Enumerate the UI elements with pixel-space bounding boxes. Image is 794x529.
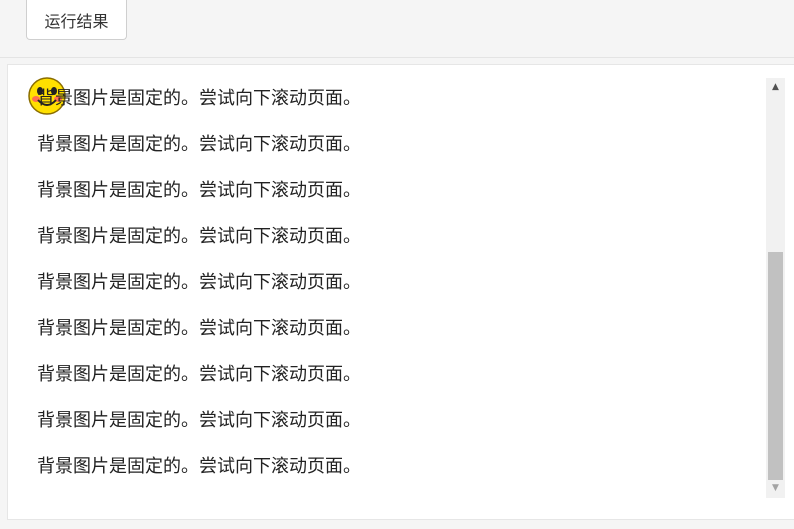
text-lines: 背景图片是固定的。尝试向下滚动页面。 背景图片是固定的。尝试向下滚动页面。 背景… (37, 87, 361, 501)
text-line: 背景图片是固定的。尝试向下滚动页面。 (37, 456, 361, 477)
toolbar: 运行结果 (0, 0, 794, 58)
run-button[interactable]: 运行结果 (26, 0, 127, 40)
result-frame: 背景图片是固定的。尝试向下滚动页面。 背景图片是固定的。尝试向下滚动页面。 背景… (7, 64, 794, 520)
scroll-down-arrow-icon[interactable]: ▼ (766, 479, 785, 498)
text-line: 背景图片是固定的。尝试向下滚动页面。 (37, 226, 361, 247)
text-line: 背景图片是固定的。尝试向下滚动页面。 (37, 272, 361, 293)
scroll-up-arrow-icon[interactable]: ▲ (766, 78, 785, 97)
text-line: 背景图片是固定的。尝试向下滚动页面。 (37, 318, 361, 339)
text-line: 背景图片是固定的。尝试向下滚动页面。 (37, 134, 361, 155)
text-line: 背景图片是固定的。尝试向下滚动页面。 (37, 364, 361, 385)
text-line: 背景图片是固定的。尝试向下滚动页面。 (37, 180, 361, 201)
vertical-scrollbar[interactable]: ▲ ▼ (766, 78, 785, 498)
scroll-thumb[interactable] (768, 252, 783, 480)
text-line: 背景图片是固定的。尝试向下滚动页面。 (37, 88, 361, 109)
text-line: 背景图片是固定的。尝试向下滚动页面。 (37, 410, 361, 431)
